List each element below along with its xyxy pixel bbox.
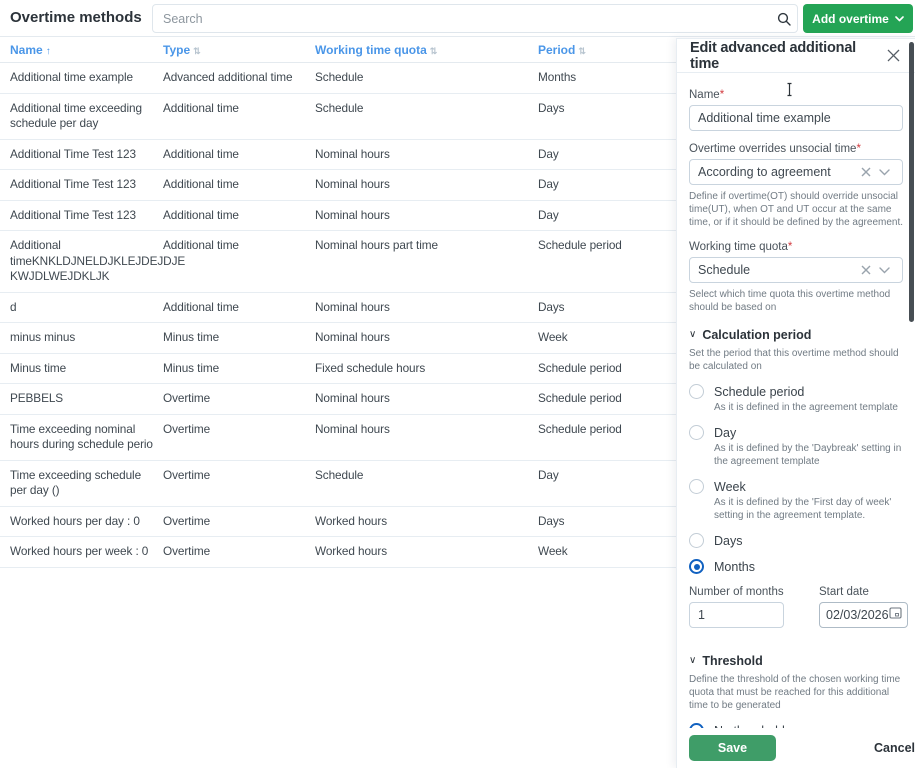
quota-help-text: Select which time quota this overtime me…: [689, 288, 903, 314]
radio-sub-text: As it is defined by the 'Daybreak' setti…: [714, 442, 903, 468]
chevron-down-icon: [895, 16, 904, 22]
sort-icon[interactable]: ⇅: [193, 46, 201, 56]
section-title: Calculation period: [702, 328, 811, 342]
cancel-button[interactable]: Cancel: [874, 741, 915, 755]
panel-scrollbar-thumb[interactable]: [909, 42, 914, 322]
panel-body: Name* Overtime overrides unsocial time* …: [677, 73, 915, 729]
radio-icon[interactable]: [689, 384, 704, 399]
sort-asc-icon[interactable]: ↑: [46, 46, 51, 57]
column-header-name[interactable]: Name↑: [10, 43, 51, 57]
sort-icon[interactable]: ⇅: [578, 46, 586, 56]
radio-option-week[interactable]: Week As it is defined by the 'First day …: [689, 479, 903, 522]
quota-label: Working time quota*: [689, 241, 903, 253]
quota-select[interactable]: Schedule: [689, 257, 903, 283]
quota-value: Schedule: [698, 263, 857, 277]
panel-footer: Save Cancel: [677, 728, 915, 768]
radio-option-day[interactable]: Day As it is defined by the 'Daybreak' s…: [689, 425, 903, 468]
text-cursor: [785, 82, 794, 102]
radio-option-schedule-period[interactable]: Schedule period As it is defined in the …: [689, 384, 903, 414]
toolbar: Overtime methods Add overtime: [0, 0, 915, 37]
months-config-row: Number of months Start date 02/03/2026: [689, 586, 903, 628]
radio-option-days[interactable]: Days: [689, 533, 903, 548]
add-overtime-button[interactable]: Add overtime: [803, 4, 913, 33]
start-date-label: Start date: [819, 586, 908, 598]
number-of-months-label: Number of months: [689, 586, 784, 598]
search-input[interactable]: [153, 12, 771, 26]
start-date-input[interactable]: 02/03/2026: [819, 602, 908, 628]
panel-header: Edit advanced additional time: [677, 39, 915, 73]
add-overtime-label: Add overtime: [812, 12, 889, 26]
save-button[interactable]: Save: [689, 735, 776, 761]
name-label: Name*: [689, 89, 903, 101]
edit-panel: Edit advanced additional time Name* Over…: [676, 38, 915, 768]
radio-icon[interactable]: [689, 533, 704, 548]
chevron-down-icon[interactable]: [875, 267, 894, 274]
number-of-months-group: Number of months: [689, 586, 784, 628]
number-of-months-input[interactable]: [689, 602, 784, 628]
calendar-icon[interactable]: [889, 606, 902, 624]
overrides-select[interactable]: According to agreement: [689, 159, 903, 185]
chevron-down-icon: ∨: [689, 330, 696, 340]
chevron-down-icon: ∨: [689, 656, 696, 666]
page-title: Overtime methods: [10, 9, 142, 26]
column-header-type[interactable]: Type⇅: [163, 43, 201, 57]
name-input[interactable]: [689, 105, 903, 131]
overrides-field-group: Overtime overrides unsocial time* Accord…: [689, 143, 903, 229]
search-icon[interactable]: [771, 12, 797, 26]
name-field-group: Name*: [689, 89, 903, 131]
calculation-period-section-toggle[interactable]: ∨ Calculation period: [689, 328, 903, 342]
radio-option-months[interactable]: Months: [689, 559, 903, 574]
column-header-quota[interactable]: Working time quota⇅: [315, 43, 437, 57]
radio-icon[interactable]: [689, 479, 704, 494]
threshold-help: Define the threshold of the chosen worki…: [689, 673, 903, 712]
threshold-section-toggle[interactable]: ∨ Threshold: [689, 654, 903, 668]
radio-icon-selected[interactable]: [689, 559, 704, 574]
close-icon[interactable]: [885, 47, 902, 64]
start-date-group: Start date 02/03/2026: [819, 586, 908, 628]
sort-icon[interactable]: ⇅: [430, 46, 438, 56]
section-title: Threshold: [702, 654, 762, 668]
panel-title: Edit advanced additional time: [690, 40, 885, 72]
chevron-down-icon[interactable]: [875, 169, 894, 176]
radio-sub-text: As it is defined in the agreement templa…: [714, 401, 903, 414]
overrides-help-text: Define if overtime(OT) should override u…: [689, 190, 903, 229]
clear-icon[interactable]: [857, 265, 875, 275]
radio-icon[interactable]: [689, 425, 704, 440]
overrides-value: According to agreement: [698, 165, 857, 179]
search-field[interactable]: [152, 4, 798, 33]
start-date-value: 02/03/2026: [826, 608, 889, 622]
radio-sub-text: As it is defined by the 'First day of we…: [714, 496, 903, 522]
calculation-period-help: Set the period that this overtime method…: [689, 347, 903, 373]
clear-icon[interactable]: [857, 167, 875, 177]
quota-field-group: Working time quota* Schedule Select whic…: [689, 241, 903, 314]
overrides-label: Overtime overrides unsocial time*: [689, 143, 903, 155]
column-header-period[interactable]: Period⇅: [538, 43, 586, 57]
